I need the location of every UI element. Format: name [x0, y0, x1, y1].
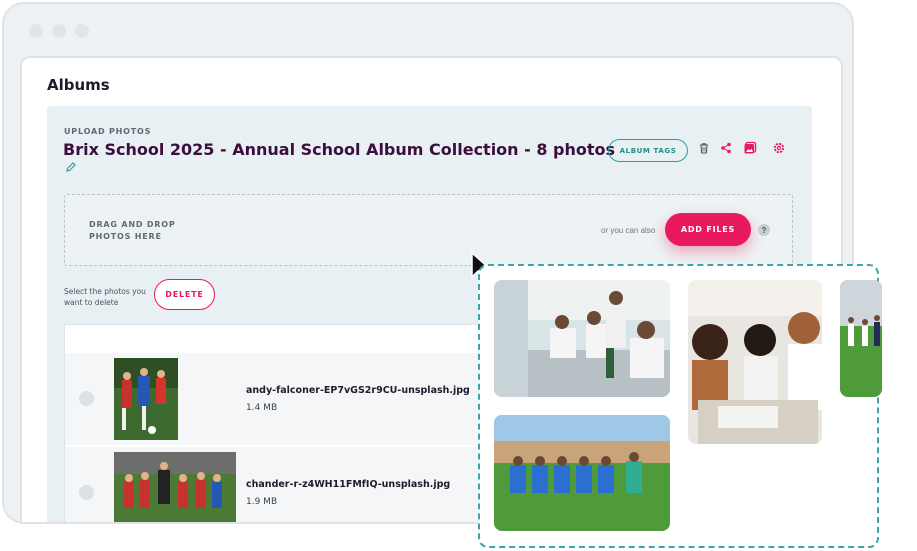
photo-gallery: [478, 264, 882, 548]
add-files-button[interactable]: ADD FILES: [665, 213, 751, 246]
help-icon[interactable]: ?: [758, 224, 770, 236]
window-control-dot[interactable]: [29, 24, 43, 38]
select-radio[interactable]: [79, 485, 94, 500]
file-thumbnail: [114, 358, 178, 440]
gallery-photo[interactable]: [688, 280, 822, 444]
file-size: 1.9 MB: [246, 497, 278, 507]
file-name: chander-r-z4WH11FMfIQ-unsplash.jpg: [246, 479, 451, 490]
album-tags-button[interactable]: ALBUM TAGS: [608, 139, 688, 162]
trash-icon[interactable]: [697, 141, 711, 155]
image-icon[interactable]: [743, 141, 757, 155]
delete-hint: Select the photos you want to delete: [64, 287, 146, 307]
window-control-dot[interactable]: [75, 24, 89, 38]
window-control-dot[interactable]: [52, 24, 66, 38]
or-text: or you can also: [601, 226, 656, 235]
upload-section-label: UPLOAD PHOTOS: [64, 127, 152, 136]
gear-icon[interactable]: [772, 141, 786, 155]
drop-zone[interactable]: DRAG AND DROP PHOTOS HERE or you can als…: [64, 194, 793, 266]
drop-instruction: DRAG AND DROP PHOTOS HERE: [89, 220, 176, 241]
album-title: Brix School 2025 - Annual School Album C…: [63, 140, 616, 159]
share-icon[interactable]: [719, 141, 733, 155]
select-radio[interactable]: [79, 391, 94, 406]
file-thumbnail: [114, 452, 236, 522]
gallery-photo[interactable]: [494, 280, 670, 397]
delete-button[interactable]: DELETE: [154, 279, 215, 310]
page-title: Albums: [47, 76, 110, 94]
gallery-photo[interactable]: [494, 415, 670, 531]
gallery-photo[interactable]: [840, 280, 882, 397]
pencil-icon[interactable]: [65, 161, 77, 173]
file-name: andy-falconer-EP7vGS2r9CU-unsplash.jpg: [246, 385, 470, 396]
file-size: 1.4 MB: [246, 403, 278, 413]
